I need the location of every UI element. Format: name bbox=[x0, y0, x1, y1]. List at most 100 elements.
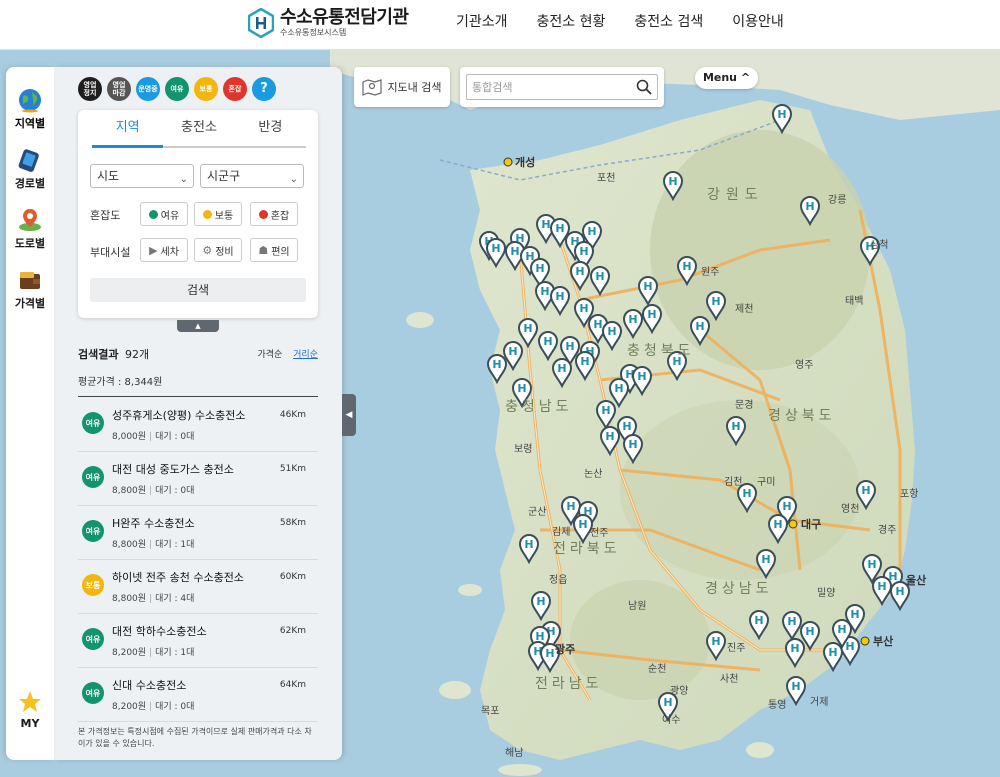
search-input[interactable] bbox=[466, 74, 658, 100]
status-badge: 여유 bbox=[82, 466, 104, 488]
average-price: 평균가격 : 8,344원 bbox=[78, 377, 163, 388]
svg-text:H: H bbox=[540, 285, 549, 298]
rail-item-road[interactable]: 도로별 bbox=[6, 207, 54, 251]
rail-item-route[interactable]: 경로별 bbox=[6, 147, 54, 191]
rail-label-route: 경로별 bbox=[14, 177, 46, 190]
search-icon[interactable] bbox=[636, 79, 652, 95]
station-name: 신대 수소충전소 bbox=[112, 679, 187, 692]
chip-normal[interactable]: 보통 bbox=[194, 77, 218, 101]
result-item[interactable]: 여유 신대 수소충전소 8,200원 | 대기 : 0대 64Km bbox=[78, 668, 318, 722]
status-legend: 영업 정지 영업 마감 운영중 여유 보통 혼잡 ? bbox=[78, 77, 281, 101]
nav-station-status[interactable]: 충전소 현황 bbox=[537, 12, 606, 32]
map-label-jecheon: 제천 bbox=[735, 304, 754, 315]
svg-text:H: H bbox=[510, 245, 519, 258]
logo-subtitle: 수소유통정보시스템 bbox=[280, 28, 347, 37]
sort-by-distance[interactable]: 거리순 bbox=[293, 350, 318, 360]
congestion-free-button[interactable]: 여유 bbox=[140, 202, 188, 226]
map-label-gyeongbuk: 경상북도 bbox=[768, 408, 836, 424]
svg-text:H: H bbox=[695, 320, 704, 333]
filter-search-button[interactable]: 검색 bbox=[90, 278, 306, 302]
svg-text:H: H bbox=[682, 260, 691, 273]
facility-store-label: 편의 bbox=[271, 246, 290, 258]
svg-text:H: H bbox=[566, 500, 575, 513]
congestion-normal-label: 보통 bbox=[214, 210, 234, 222]
svg-text:H: H bbox=[524, 538, 533, 551]
svg-text:H: H bbox=[517, 382, 526, 395]
station-name: 성주휴게소(양평) 수소충전소 bbox=[112, 409, 246, 422]
station-meta: 8,800원 | 대기 : 0대 bbox=[112, 483, 194, 496]
star-icon bbox=[19, 691, 41, 712]
chip-busy[interactable]: 혼잡 bbox=[223, 77, 247, 101]
station-price: 8,800원 bbox=[112, 486, 147, 496]
nav-guide[interactable]: 이용안내 bbox=[732, 12, 784, 32]
nav-station-search[interactable]: 충전소 검색 bbox=[634, 12, 703, 32]
svg-text:H: H bbox=[580, 355, 589, 368]
svg-text:H: H bbox=[845, 640, 854, 653]
chip-closed[interactable]: 영업 정지 bbox=[78, 77, 102, 101]
collapse-filter-button[interactable]: ▲ bbox=[177, 320, 219, 332]
tab-region[interactable]: 지역 bbox=[92, 110, 164, 148]
meta-separator: | bbox=[149, 702, 153, 712]
rail-label-road: 도로별 bbox=[14, 237, 46, 250]
panel-collapse-button[interactable]: ◀ bbox=[342, 394, 356, 436]
green-dot-icon bbox=[148, 209, 158, 219]
svg-text:H: H bbox=[491, 242, 500, 255]
result-item[interactable]: 여유 대전 대성 중도가스 충전소 8,800원 | 대기 : 0대 51Km bbox=[78, 452, 318, 506]
rail-label-my: MY bbox=[20, 717, 40, 730]
station-distance: 46Km bbox=[279, 410, 306, 420]
status-badge: 여유 bbox=[82, 412, 104, 434]
map-label-taebaek: 태백 bbox=[845, 296, 864, 307]
congestion-busy-label: 혼잡 bbox=[270, 210, 290, 222]
sort-by-price[interactable]: 가격순 bbox=[257, 350, 282, 360]
svg-text:H: H bbox=[578, 518, 587, 531]
svg-text:H: H bbox=[782, 500, 791, 513]
svg-text:H: H bbox=[579, 302, 588, 315]
chip-operating[interactable]: 운영중 bbox=[136, 77, 160, 101]
svg-text:H: H bbox=[828, 646, 837, 659]
congestion-busy-button[interactable]: 혼잡 bbox=[250, 202, 298, 226]
map-label-jinju: 진주 bbox=[727, 643, 746, 654]
rail-item-my[interactable]: MY bbox=[6, 689, 54, 730]
svg-text:H: H bbox=[536, 595, 545, 608]
congestion-label: 혼잡도 bbox=[90, 209, 121, 222]
station-price: 8,800원 bbox=[112, 594, 147, 604]
facility-store-button[interactable]: ☗ 편의 bbox=[250, 238, 298, 262]
help-icon[interactable]: ? bbox=[252, 77, 276, 101]
rail-item-region[interactable]: 지역별 bbox=[6, 87, 54, 131]
site-logo[interactable]: 수소유통전담기관 수소유통정보시스템 bbox=[248, 8, 409, 38]
tab-radius[interactable]: 반경 bbox=[235, 110, 306, 146]
meta-separator: | bbox=[149, 594, 153, 604]
result-item[interactable]: 여유 H완주 수소충전소 8,800원 | 대기 : 1대 58Km bbox=[78, 506, 318, 560]
sido-select[interactable]: 시도 ⌄ bbox=[90, 164, 194, 188]
status-badge: 보통 bbox=[82, 574, 104, 596]
result-item[interactable]: 보통 하이넷 전주 송천 수소충전소 8,800원 | 대기 : 4대 60Km bbox=[78, 560, 318, 614]
facility-carwash-button[interactable]: ▶ 세차 bbox=[140, 238, 188, 262]
hydrogen-station-marker[interactable]: H bbox=[785, 676, 807, 707]
map-label-gumi: 구미 bbox=[757, 477, 776, 488]
station-price: 8,200원 bbox=[112, 648, 147, 658]
result-item[interactable]: 여유 대전 학하수소충전소 8,200원 | 대기 : 1대 62Km bbox=[78, 614, 318, 668]
chip-free[interactable]: 여유 bbox=[165, 77, 189, 101]
svg-text:H: H bbox=[605, 430, 614, 443]
station-distance: 62Km bbox=[279, 626, 306, 636]
results-count: 92개 bbox=[124, 348, 150, 361]
svg-text:H: H bbox=[595, 270, 604, 283]
svg-text:H: H bbox=[773, 518, 782, 531]
chip-ended[interactable]: 영업 마감 bbox=[107, 77, 131, 101]
sigungu-select[interactable]: 시군구 ⌄ bbox=[200, 164, 304, 188]
congestion-normal-button[interactable]: 보통 bbox=[194, 202, 242, 226]
station-wait: 대기 : 1대 bbox=[155, 648, 195, 658]
facility-repair-button[interactable]: ⚙ 정비 bbox=[194, 238, 242, 262]
nav-about[interactable]: 기관소개 bbox=[456, 12, 508, 32]
rail-item-price[interactable]: 가격별 bbox=[6, 267, 54, 311]
menu-button[interactable]: Menu ^ bbox=[695, 67, 758, 89]
result-item[interactable]: 여유 성주휴게소(양평) 수소충전소 8,000원 | 대기 : 0대 46Km bbox=[78, 398, 318, 452]
svg-text:H: H bbox=[790, 642, 799, 655]
status-badge: 여유 bbox=[82, 682, 104, 704]
tab-station[interactable]: 충전소 bbox=[163, 110, 234, 146]
map-area-search-button[interactable]: 지도내 검색 bbox=[354, 67, 450, 107]
map-label-sacheon: 사천 bbox=[720, 674, 739, 685]
svg-text:H: H bbox=[555, 222, 564, 235]
map-label-yeongcheon: 영천 bbox=[841, 504, 860, 515]
svg-text:H: H bbox=[541, 218, 550, 231]
